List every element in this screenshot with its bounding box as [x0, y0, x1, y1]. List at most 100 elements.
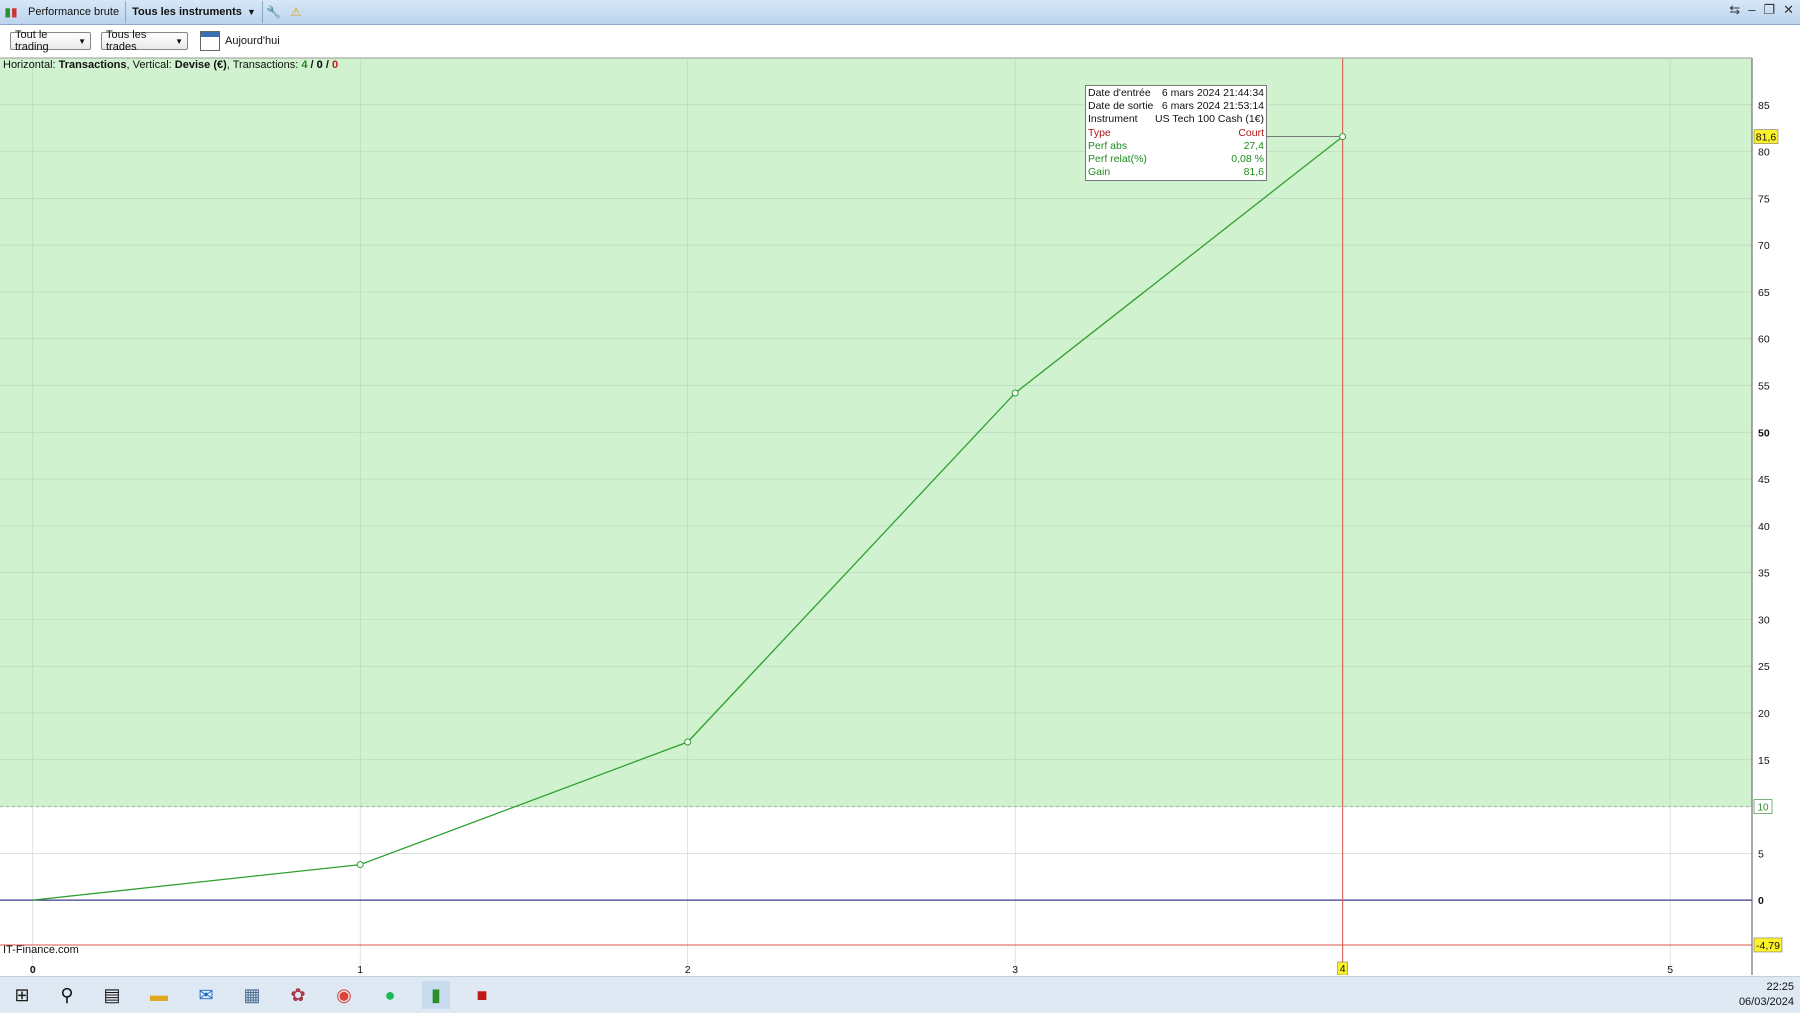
toolbar: Tout le trading ▼ Tous les trades ▼ Aujour… [0, 25, 1800, 57]
tooltip-value: 81,6 [1243, 166, 1264, 179]
tooltip-label: Type [1088, 126, 1111, 139]
x-tick-label: 3 [1012, 964, 1018, 975]
chart-info-line: Horizontal: Transactions, Vertical: Devi… [3, 59, 338, 71]
tooltip-label: Date de sortie [1088, 100, 1154, 113]
task-view-icon[interactable]: ▤ [98, 981, 126, 1009]
tooltip-value: 27,4 [1243, 139, 1264, 152]
spotify-icon[interactable]: ● [376, 981, 404, 1009]
clock-time: 22:25 [1766, 981, 1794, 993]
game-icon[interactable]: ✿ [284, 981, 312, 1009]
info-mid1: , Vertical: [126, 59, 175, 71]
x-tick-label: 1 [357, 964, 363, 975]
chevron-down-icon: ▼ [246, 7, 256, 17]
y-tick-label: 20 [1758, 708, 1770, 720]
calculator-icon[interactable]: ▦ [238, 981, 266, 1009]
warning-icon[interactable]: ⚠ [285, 1, 307, 23]
trades-filter-dropdown[interactable]: Tous les trades ▼ [101, 29, 188, 53]
y-tick-label: 60 [1758, 334, 1770, 346]
y-tick-label: 30 [1758, 614, 1770, 626]
tab-performance-label: Performance brute [28, 6, 120, 18]
tooltip-label: Gain [1088, 166, 1111, 179]
cursor-x-label: 4 [1340, 963, 1346, 975]
y-tick-label: 80 [1758, 147, 1770, 159]
tooltip-row-exit: Date de sortie 6 mars 2024 21:53:14 [1088, 100, 1264, 113]
info-prefix: Horizontal: [3, 59, 59, 71]
trading-scope-dropdown[interactable]: Tout le trading ▼ [10, 29, 91, 53]
y-tick-label: 5 [1758, 848, 1764, 860]
performance-chart: 0510152025303540455055606570758085012354… [0, 57, 1783, 975]
x-tick-label: 2 [685, 964, 691, 975]
y-tick-label: 50 [1758, 427, 1770, 439]
threshold-label: 10 [1757, 803, 1769, 814]
chevron-down-icon: ▼ [175, 36, 183, 46]
y-tick-label: 65 [1758, 287, 1770, 299]
info-count-losing: 0 [331, 59, 339, 71]
cursor-value-label: 81,6 [1756, 132, 1777, 144]
tooltip-value: US Tech 100 Cash (1€) [1155, 113, 1264, 126]
tooltip-label: Date d'entrée [1088, 87, 1151, 99]
min-value-label: -4,79 [1756, 940, 1780, 952]
trading-app-icon[interactable]: ▮ [422, 981, 450, 1009]
y-tick-label: 55 [1758, 381, 1770, 393]
data-point [1339, 133, 1347, 141]
y-tick-label: 0 [1758, 895, 1764, 907]
tab-instruments-dropdown[interactable]: Tous les instruments ▼ [126, 1, 263, 23]
info-sep1: / [307, 59, 317, 71]
mail-icon[interactable]: ✉ [192, 981, 220, 1009]
info-vertical: Devise (€) [174, 59, 227, 71]
tooltip-row-perf-abs: Perf abs 27,4 [1088, 140, 1264, 153]
tab-instruments-label: Tous les instruments [132, 6, 242, 18]
tooltip-value: 6 mars 2024 21:53:14 [1161, 100, 1264, 113]
info-sep2: / [322, 59, 332, 71]
y-tick-label: 45 [1758, 474, 1770, 486]
share-icon[interactable]: ⇆ [1729, 2, 1740, 18]
trading-scope-label: Tout le trading [15, 29, 49, 53]
clock-date: 06/03/2024 [1738, 996, 1794, 1008]
tooltip-label: Perf abs [1088, 139, 1128, 152]
date-range-label[interactable]: Aujourd'hui [225, 35, 280, 47]
tooltip-label: Instrument [1088, 113, 1138, 126]
x-tick-label: 0 [30, 964, 36, 975]
info-horizontal: Transactions [58, 59, 127, 71]
taskbar: ⊞ ⚲ ▤ ▬ ✉ ▦ ✿ ◉ ● ▮ ■ 22:25 06/03/2024 [0, 976, 1800, 1013]
tooltip-value: 6 mars 2024 21:44:34 [1161, 87, 1264, 99]
y-tick-label: 70 [1758, 240, 1770, 252]
data-point [356, 861, 364, 869]
x-tick-label: 5 [1667, 964, 1673, 975]
calendar-icon[interactable] [200, 31, 220, 51]
file-explorer-icon[interactable]: ▬ [145, 981, 173, 1009]
tooltip-row-instrument: Instrument US Tech 100 Cash (1€) [1088, 113, 1264, 126]
data-point [1011, 389, 1019, 397]
data-point [684, 738, 692, 746]
search-icon[interactable]: ⚲ [53, 981, 81, 1009]
chevron-down-icon: ▼ [78, 36, 86, 46]
pdf-icon[interactable]: ■ [468, 981, 496, 1009]
system-clock[interactable]: 22:25 06/03/2024 [1739, 980, 1794, 1010]
restore-icon[interactable]: ❐ [1763, 2, 1775, 18]
window-controls: ⇆ – ❐ ✕ [1729, 2, 1794, 18]
info-mid2: , Transactions: [226, 59, 302, 71]
minimize-icon[interactable]: – [1748, 2, 1755, 18]
y-tick-label: 15 [1758, 755, 1770, 767]
close-icon[interactable]: ✕ [1783, 2, 1794, 18]
tooltip-label: Perf relat(%) [1088, 152, 1147, 165]
tooltip-row-gain: Gain 81,6 [1088, 166, 1264, 179]
y-tick-label: 35 [1758, 568, 1770, 580]
chart-app-icon: ▮ ▮ [4, 5, 18, 19]
tooltip-value: 0,08 % [1231, 152, 1264, 165]
title-bar: ▮ ▮ Performance brute Tous les instrument… [0, 0, 1800, 25]
y-tick-label: 25 [1758, 661, 1770, 673]
tooltip-row-entry: Date d'entrée 6 mars 2024 21:44:34 [1088, 87, 1264, 100]
y-tick-label: 85 [1758, 100, 1770, 112]
tooltip-row-type: Type Court [1088, 127, 1264, 140]
watermark: IT-Finance.com [3, 944, 79, 956]
y-tick-label: 75 [1758, 193, 1770, 205]
windows-start-icon[interactable]: ⊞ [8, 981, 36, 1009]
chrome-icon[interactable]: ◉ [330, 981, 358, 1009]
tooltip-row-perf-relat: Perf relat(%) 0,08 % [1088, 153, 1264, 166]
tooltip-value: Court [1238, 126, 1264, 139]
wrench-icon[interactable]: 🔧 [263, 1, 285, 23]
y-tick-label: 40 [1758, 521, 1770, 533]
tab-performance[interactable]: Performance brute [22, 1, 127, 23]
trade-tooltip: Date d'entrée 6 mars 2024 21:44:34 Date d… [1085, 85, 1267, 181]
